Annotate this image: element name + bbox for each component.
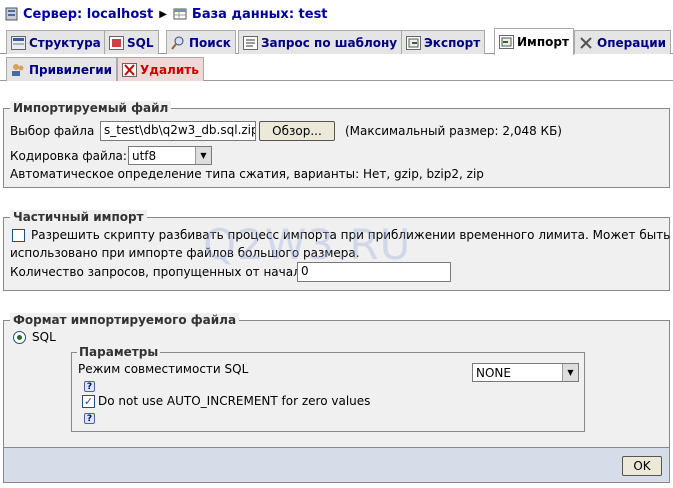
tab-bar-secondary: Привилегии Удалить <box>0 54 673 81</box>
auto-increment-label: Do not use AUTO_INCREMENT for zero value… <box>98 394 371 408</box>
tab-label: Импорт <box>517 35 569 49</box>
sql-icon <box>109 35 124 50</box>
max-size-text: (Максимальный размер: 2,048 КБ) <box>345 124 562 138</box>
encoding-row: Кодировка файла: utf8 ▼ <box>10 146 212 165</box>
help-icon[interactable]: ? <box>84 381 95 392</box>
chevron-down-icon: ▼ <box>562 364 578 381</box>
tab-search[interactable]: Поиск <box>166 30 236 54</box>
delete-icon <box>122 62 137 77</box>
skip-queries-row: Количество запросов, пропущенных от нача… <box>10 262 451 282</box>
file-path-input[interactable]: s_test\db\q2w3_db.sql.zip <box>100 121 256 141</box>
compat-label: Режим совместимости SQL <box>78 362 249 376</box>
imported-file-legend: Импортируемый файл <box>10 101 172 115</box>
help-icon[interactable]: ? <box>84 413 95 424</box>
users-icon <box>11 63 26 77</box>
imported-file-fieldset: Импортируемый файл Выбор файла s_test\db… <box>3 101 670 188</box>
file-choose-label: Выбор файла <box>10 124 95 138</box>
compat-select[interactable]: NONE ▼ <box>472 363 579 382</box>
auto-increment-checkbox[interactable]: ✓ <box>82 394 95 408</box>
tab-drop[interactable]: Удалить <box>117 57 204 81</box>
format-legend: Формат импортируемого файла <box>10 313 240 327</box>
ok-button[interactable]: OK <box>622 456 662 476</box>
breadcrumb: Сервер: localhost ▶ База данных: test <box>4 4 328 24</box>
tab-privileges[interactable]: Привилегии <box>6 57 118 81</box>
allow-interrupt-row-2: использовано при импорте файлов большого… <box>10 246 360 260</box>
database-icon <box>173 7 188 21</box>
tab-label: Экспорт <box>424 35 481 50</box>
allow-interrupt-row: Разрешить скрипту разбивать процесс импо… <box>12 228 670 242</box>
tab-label: Привилегии <box>29 62 113 77</box>
tab-label: Структура <box>29 35 101 50</box>
tab-query-by-example[interactable]: Запрос по шаблону <box>238 30 403 54</box>
structure-icon <box>11 35 26 50</box>
parameters-fieldset: Параметры Режим совместимости SQL NONE ▼… <box>71 345 585 432</box>
server-icon <box>4 7 19 21</box>
partial-import-legend: Частичный импорт <box>10 210 147 224</box>
chevron-down-icon: ▼ <box>195 147 211 164</box>
encoding-label: Кодировка файла: <box>10 148 127 163</box>
format-fieldset: Формат импортируемого файла SQL Параметр… <box>3 313 670 448</box>
breadcrumb-separator: ▶ <box>159 8 167 20</box>
compat-row: Режим совместимости SQL <box>78 362 248 376</box>
tab-structure[interactable]: Структура <box>6 30 106 54</box>
tab-export[interactable]: Экспорт <box>401 30 486 54</box>
skip-queries-label: Количество запросов, пропущенных от нача… <box>10 265 297 279</box>
radio-dot <box>17 334 22 340</box>
tools-icon <box>579 36 594 50</box>
encoding-select[interactable]: utf8 ▼ <box>128 146 212 165</box>
partial-import-fieldset: Частичный импорт Разрешить скрипту разби… <box>3 210 670 291</box>
database-link[interactable]: База данных: test <box>192 7 328 22</box>
export-icon <box>406 35 421 50</box>
compression-note: Автоматическое определение типа сжатия, … <box>10 167 484 181</box>
server-link[interactable]: Сервер: localhost <box>23 7 153 22</box>
import-icon <box>499 35 514 49</box>
query-icon <box>243 35 258 50</box>
allow-interrupt-label-2: использовано при импорте файлов большого… <box>10 246 360 260</box>
format-sql-label: SQL <box>32 330 56 344</box>
browse-button[interactable]: Обзор... <box>259 121 335 141</box>
tab-label: SQL <box>127 35 154 50</box>
tab-operations[interactable]: Операции <box>574 30 672 54</box>
parameters-legend: Параметры <box>77 345 161 359</box>
tab-label: Удалить <box>140 62 199 77</box>
compression-text: Автоматическое определение типа сжатия, … <box>10 167 484 181</box>
file-choose-row: Выбор файла s_test\db\q2w3_db.sql.zip Об… <box>10 121 562 141</box>
tab-label: Поиск <box>189 35 231 50</box>
footer-bar: OK <box>3 447 670 483</box>
auto-increment-row: ✓ Do not use AUTO_INCREMENT for zero val… <box>82 394 370 408</box>
allow-interrupt-checkbox[interactable] <box>12 228 25 242</box>
format-sql-radio[interactable] <box>13 330 26 344</box>
search-icon <box>171 36 186 50</box>
skip-queries-input[interactable]: 0 <box>297 262 451 282</box>
tab-bar-primary: Структура SQL Поиск Запрос по шаблону Эк… <box>0 27 673 55</box>
allow-interrupt-label-1: Разрешить скрипту разбивать процесс импо… <box>31 228 671 242</box>
encoding-value: utf8 <box>132 148 157 163</box>
tab-sql[interactable]: SQL <box>104 30 159 54</box>
format-sql-row: SQL <box>13 330 56 344</box>
tab-label: Запрос по шаблону <box>261 35 398 50</box>
tab-import[interactable]: Импорт <box>494 28 574 55</box>
tab-label: Операции <box>597 35 667 50</box>
compat-value: NONE <box>476 365 511 380</box>
